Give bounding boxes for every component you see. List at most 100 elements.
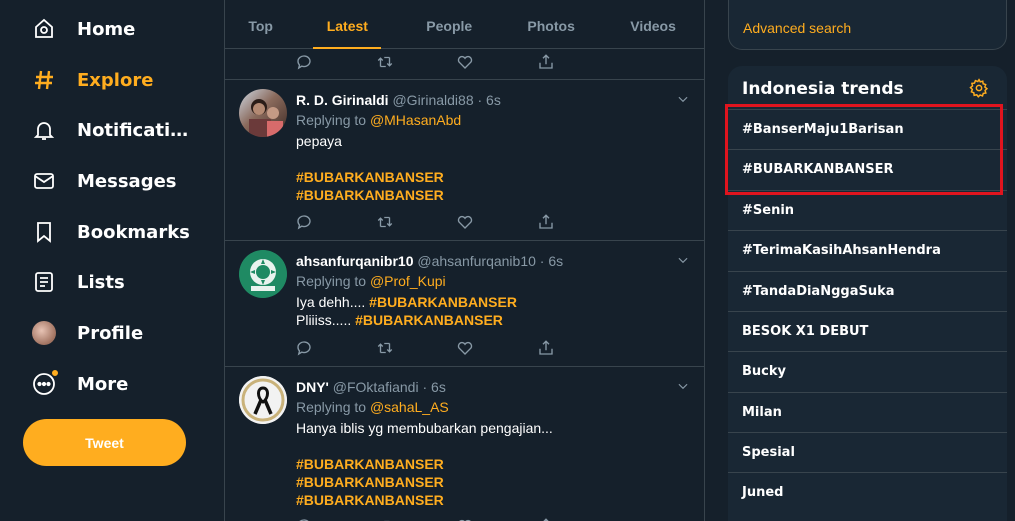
replying-to: Replying to @Prof_Kupi [296, 273, 692, 289]
tweet-body: ahsanfurqanibr10 @ahsanfurqanib10 · 6s R… [296, 253, 692, 329]
nav-notifications[interactable]: Notificati… [28, 110, 188, 150]
trends-title: Indonesia trends [742, 79, 904, 99]
replying-to-label: Replying to [296, 112, 367, 128]
nav-notifications-label: Notificati… [77, 119, 189, 141]
reply-icon[interactable] [295, 517, 313, 521]
mention-link[interactable]: @MHasanAbd [370, 112, 461, 128]
tweet-author-handle[interactable]: @ahsanfurqanib10 [417, 253, 536, 269]
tweet-avatar[interactable] [239, 89, 287, 137]
hashtag-link[interactable]: #BUBARKANBANSER [296, 455, 692, 473]
trend-item[interactable]: Juned [728, 472, 1007, 512]
retweet-icon[interactable] [376, 339, 394, 357]
trend-label: BESOK X1 DEBUT [742, 324, 869, 339]
nav-explore[interactable]: Explore [28, 60, 153, 100]
tweet-author-name[interactable]: R. D. Girinaldi [296, 92, 389, 108]
trend-item[interactable]: Spesial [728, 432, 1007, 472]
replying-to: Replying to @MHasanAbd [296, 112, 692, 128]
tweet-timestamp[interactable]: · 6s [540, 253, 563, 269]
list-icon [28, 266, 60, 298]
replying-to-label: Replying to [296, 399, 367, 415]
trend-label: Juned [742, 485, 784, 500]
tab-people[interactable]: People [398, 0, 500, 48]
nav-lists[interactable]: Lists [28, 262, 125, 302]
more-icon [28, 368, 60, 400]
like-icon[interactable] [456, 517, 474, 521]
tweet-item[interactable]: ahsanfurqanibr10 @ahsanfurqanib10 · 6s R… [225, 241, 704, 367]
tweet-author-handle[interactable]: @Girinaldi88 [392, 92, 473, 108]
tweet-timestamp[interactable]: · 6s [478, 92, 501, 108]
nav-more[interactable]: More [28, 364, 128, 404]
notification-dot [51, 369, 59, 377]
like-icon[interactable] [456, 339, 474, 357]
advanced-search-link[interactable]: Advanced search [743, 20, 851, 36]
trend-label: Spesial [742, 445, 795, 460]
tab-latest[interactable]: Latest [296, 0, 398, 48]
hashtag-link[interactable]: #BUBARKANBANSER [296, 491, 692, 509]
nav-explore-label: Explore [77, 69, 154, 91]
tweet-timestamp[interactable]: · 6s [422, 379, 445, 395]
replying-to-label: Replying to [296, 273, 367, 289]
bookmark-icon [28, 216, 60, 248]
tweet-author-name[interactable]: DNY' [296, 379, 329, 395]
tweet-item[interactable]: DNY' @FOktafiandi · 6s Replying to @saha… [225, 367, 704, 521]
tweet-text: Hanya iblis yg membubarkan pengajian... … [296, 419, 692, 509]
reply-icon[interactable] [295, 339, 313, 357]
tweet-author-name[interactable]: ahsanfurqanibr10 [296, 253, 413, 269]
retweet-icon[interactable] [376, 517, 394, 521]
tweet-avatar[interactable] [239, 376, 287, 424]
profile-icon-wrap [28, 317, 60, 349]
trend-label: #TandaDiaNggaSuka [742, 284, 895, 299]
hashtag-link[interactable]: #BUBARKANBANSER [296, 186, 692, 204]
nav-home-label: Home [77, 18, 136, 40]
nav-profile[interactable]: Profile [28, 313, 143, 353]
tweet-actions [295, 339, 555, 357]
nav-bookmarks[interactable]: Bookmarks [28, 212, 190, 252]
mention-link[interactable]: @Prof_Kupi [370, 273, 446, 289]
trend-label: Milan [742, 405, 782, 420]
gear-icon[interactable] [969, 78, 989, 98]
tweet-avatar[interactable] [239, 250, 287, 298]
tweet-text-line: Iya dehh.... #BUBARKANBANSER [296, 293, 692, 311]
hashtag-link[interactable]: #BUBARKANBANSER [296, 473, 692, 491]
nav-messages-label: Messages [77, 170, 177, 192]
trend-item[interactable]: Bucky [728, 351, 1007, 391]
like-icon[interactable] [456, 213, 474, 231]
reply-icon[interactable] [295, 53, 313, 71]
share-icon[interactable] [537, 213, 555, 231]
nav-bookmarks-label: Bookmarks [77, 221, 190, 243]
tweet-text-fragment: Pliiiss..... [296, 312, 356, 328]
retweet-icon[interactable] [376, 213, 394, 231]
reply-icon[interactable] [295, 213, 313, 231]
search-tabs: Top Latest People Photos Videos [225, 0, 704, 49]
trend-item[interactable]: #TandaDiaNggaSuka [728, 271, 1007, 311]
tweet-button[interactable]: Tweet [23, 419, 186, 466]
share-icon[interactable] [537, 339, 555, 357]
trend-label: #TerimaKasihAhsanHendra [742, 243, 941, 258]
tweet-text: Iya dehh.... #BUBARKANBANSER Pliiiss....… [296, 293, 692, 329]
mention-link[interactable]: @sahaL_AS [370, 399, 449, 415]
envelope-icon [28, 165, 60, 197]
tweet-item[interactable]: R. D. Girinaldi @Girinaldi88 · 6s Replyi… [225, 80, 704, 241]
hashtag-link[interactable]: #BUBARKANBANSER [369, 294, 517, 310]
tab-photos[interactable]: Photos [500, 0, 602, 48]
hashtag-link[interactable]: #BUBARKANBANSER [355, 312, 503, 328]
trend-item[interactable]: Milan [728, 392, 1007, 432]
tweet-partial [225, 49, 704, 80]
retweet-icon[interactable] [376, 53, 394, 71]
trend-item[interactable]: #TerimaKasihAhsanHendra [728, 230, 1007, 270]
share-icon[interactable] [537, 53, 555, 71]
replying-to: Replying to @sahaL_AS [296, 399, 692, 415]
avatar [32, 321, 56, 345]
hashtag-link[interactable]: #BUBARKANBANSER [296, 168, 692, 186]
share-icon[interactable] [537, 517, 555, 521]
tab-videos[interactable]: Videos [602, 0, 704, 48]
trend-item[interactable]: #Senin [728, 190, 1007, 230]
trend-item[interactable]: BESOK X1 DEBUT [728, 311, 1007, 351]
tweet-text-fragment: Iya dehh.... [296, 294, 370, 310]
nav-home[interactable]: Home [28, 9, 135, 49]
like-icon[interactable] [456, 53, 474, 71]
tweet-header: ahsanfurqanibr10 @ahsanfurqanib10 · 6s [296, 253, 692, 269]
tweet-author-handle[interactable]: @FOktafiandi [333, 379, 419, 395]
nav-messages[interactable]: Messages [28, 161, 177, 201]
tab-top[interactable]: Top [225, 0, 296, 48]
